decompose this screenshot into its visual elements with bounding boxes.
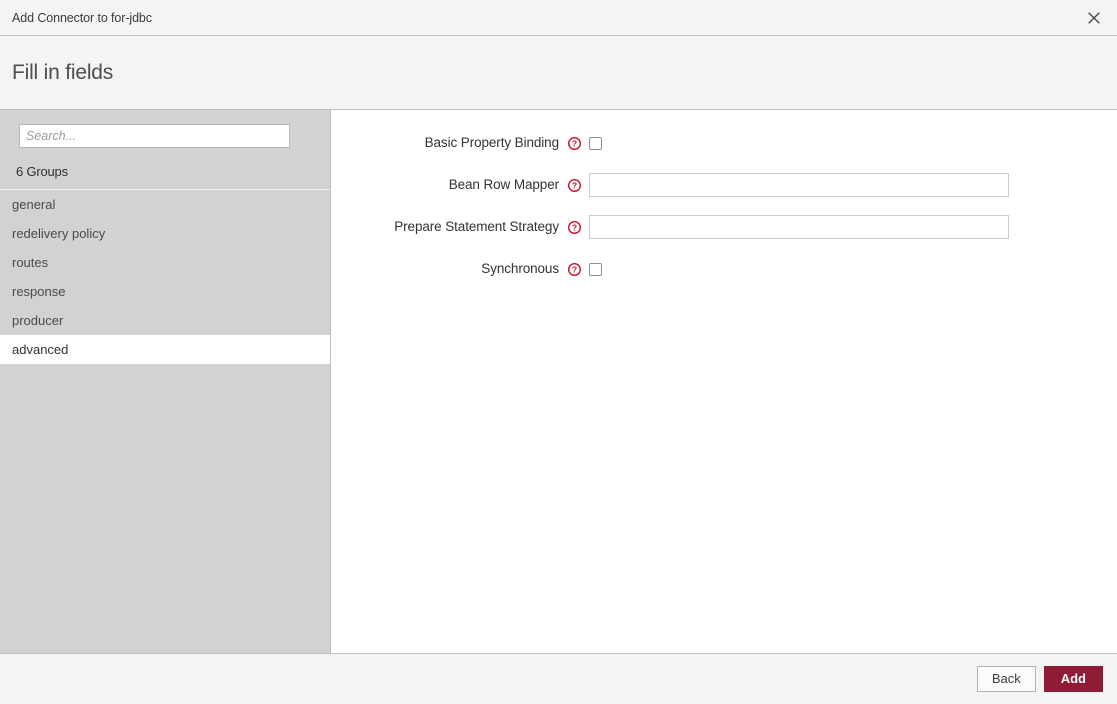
input-prepare-statement-strategy[interactable]: [589, 215, 1009, 239]
help-circle-icon[interactable]: ?: [559, 170, 589, 200]
step-header: Fill in fields: [0, 36, 1117, 110]
search-container: [0, 110, 330, 148]
help-circle-icon[interactable]: ?: [559, 212, 589, 242]
help-circle-icon[interactable]: ?: [559, 128, 589, 158]
dialog-titlebar: Add Connector to for-jdbc: [0, 0, 1117, 36]
field-row-synchronous: Synchronous ?: [331, 254, 1117, 284]
sidebar-filler: [0, 364, 330, 653]
sidebar-item-routes[interactable]: routes: [0, 248, 330, 277]
groups-sidebar: 6 Groups general redelivery policy route…: [0, 110, 331, 653]
field-control-synchronous: [589, 254, 1117, 284]
sidebar-item-advanced[interactable]: advanced: [0, 335, 330, 364]
field-label-basic-property-binding: Basic Property Binding: [331, 128, 559, 158]
input-bean-row-mapper[interactable]: [589, 173, 1009, 197]
fields-form: Basic Property Binding ? Bean Row Mapper: [331, 110, 1117, 653]
field-label-bean-row-mapper: Bean Row Mapper: [331, 170, 559, 200]
close-icon[interactable]: [1077, 0, 1111, 35]
back-button[interactable]: Back: [977, 666, 1036, 692]
field-label-synchronous: Synchronous: [331, 254, 559, 284]
add-connector-dialog: Add Connector to for-jdbc Fill in fields…: [0, 0, 1117, 704]
field-row-basic-property-binding: Basic Property Binding ?: [331, 128, 1117, 158]
page-title: Fill in fields: [0, 61, 113, 85]
field-row-prepare-statement-strategy: Prepare Statement Strategy ?: [331, 212, 1117, 242]
group-list: general redelivery policy routes respons…: [0, 190, 330, 364]
checkbox-synchronous[interactable]: [589, 263, 602, 276]
svg-text:?: ?: [571, 264, 576, 274]
field-control-bean-row-mapper: [589, 170, 1117, 200]
sidebar-item-response[interactable]: response: [0, 277, 330, 306]
sidebar-item-producer[interactable]: producer: [0, 306, 330, 335]
field-control-prepare-statement-strategy: [589, 212, 1117, 242]
dialog-title: Add Connector to for-jdbc: [0, 11, 152, 25]
field-control-basic-property-binding: [589, 128, 1117, 158]
field-label-prepare-statement-strategy: Prepare Statement Strategy: [331, 212, 559, 242]
svg-text:?: ?: [571, 222, 576, 232]
groups-count-label: 6 Groups: [0, 148, 330, 190]
add-button[interactable]: Add: [1044, 666, 1103, 692]
sidebar-item-redelivery-policy[interactable]: redelivery policy: [0, 219, 330, 248]
sidebar-item-general[interactable]: general: [0, 190, 330, 219]
dialog-footer: Back Add: [0, 653, 1117, 704]
svg-text:?: ?: [571, 138, 576, 148]
help-circle-icon[interactable]: ?: [559, 254, 589, 284]
svg-text:?: ?: [571, 180, 576, 190]
checkbox-basic-property-binding[interactable]: [589, 137, 602, 150]
field-row-bean-row-mapper: Bean Row Mapper ?: [331, 170, 1117, 200]
search-input[interactable]: [19, 124, 290, 148]
dialog-body: 6 Groups general redelivery policy route…: [0, 110, 1117, 653]
